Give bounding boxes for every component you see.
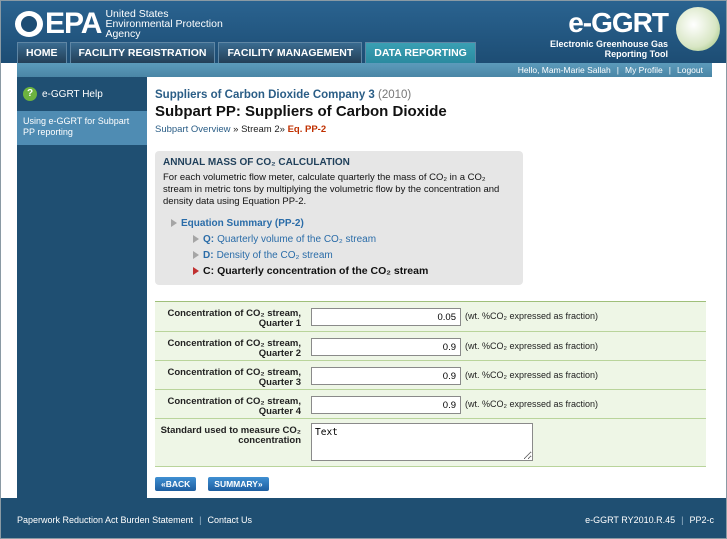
site-footer: Paperwork Reduction Act Burden Statement… bbox=[1, 498, 726, 538]
user-greeting: Hello, Mam-Marie Sallah bbox=[517, 65, 611, 75]
epa-wordmark: EPA bbox=[45, 7, 102, 40]
form-row-quarter-1: Concentration of CO₂ stream,Quarter 1 (w… bbox=[155, 302, 706, 332]
breadcrumb-stream: Stream 2 bbox=[241, 124, 280, 135]
unit-label: (wt. %CO₂ expressed as fraction) bbox=[465, 341, 599, 351]
back-button[interactable]: «BACK bbox=[155, 477, 197, 491]
concentration-q2-input[interactable] bbox=[311, 338, 461, 356]
site-header: EPA United States Environmental Protecti… bbox=[1, 1, 726, 63]
eggrt-brand: e-GGRT Electronic Greenhouse Gas Reporti… bbox=[549, 7, 669, 59]
breadcrumb-current: Eq. PP-2 bbox=[287, 124, 327, 135]
field-label: Concentration of CO₂ stream, Quarter 1 bbox=[167, 308, 301, 329]
epa-logo[interactable]: EPA United States Environmental Protecti… bbox=[15, 7, 223, 41]
page-title: Subpart PP: Suppliers of Carbon Dioxide bbox=[155, 103, 447, 120]
tree-item-c-current: C: Quarterly concentration of the CO₂ st… bbox=[163, 263, 515, 279]
calc-description: For each volumetric flow meter, calculat… bbox=[163, 172, 500, 207]
form-row-quarter-2: Concentration of CO₂ stream,Quarter 2 (w… bbox=[155, 332, 706, 361]
unit-label: (wt. %CO₂ expressed as fraction) bbox=[465, 370, 599, 380]
main-content: Suppliers of Carbon Dioxide Company 3 (2… bbox=[147, 77, 712, 498]
form-row-standard: Standard used to measure CO₂ concentratio… bbox=[155, 419, 706, 467]
tree-equation-summary[interactable]: Equation Summary (PP-2) bbox=[163, 215, 515, 231]
current-arrow-icon bbox=[193, 267, 199, 275]
supplier-heading: Suppliers of Carbon Dioxide Company 3 (2… bbox=[155, 89, 412, 101]
measurement-standard-textarea[interactable]: Text bbox=[311, 423, 533, 461]
paperwork-reduction-link[interactable]: Paperwork Reduction Act Burden Statement bbox=[17, 515, 193, 525]
form-row-quarter-3: Concentration of CO₂ stream,Quarter 3 (w… bbox=[155, 361, 706, 390]
form-buttons: «BACK SUMMARY» bbox=[155, 477, 269, 491]
user-bar: Hello, Mam-Marie Sallah | My Profile | Logou… bbox=[17, 63, 712, 77]
version-label: e-GGRT RY2010.R.45 bbox=[585, 515, 676, 525]
calculation-panel: ANNUAL MASS OF CO₂ CALCULATION For each … bbox=[155, 151, 523, 285]
tree-item-q[interactable]: Q: Quarterly volume of the CO₂ stream bbox=[163, 231, 515, 247]
form-row-quarter-4: Concentration of CO₂ stream,Quarter 4 (w… bbox=[155, 390, 706, 419]
sidebar-item-subpart-pp-guide[interactable]: Using e-GGRT for Subpart PP reporting bbox=[17, 111, 147, 145]
field-label: Concentration of CO₂ stream, Quarter 3 bbox=[167, 367, 301, 388]
bird-logo-icon bbox=[676, 7, 720, 51]
tab-facility-registration[interactable]: FACILITY REGISTRATION bbox=[69, 42, 216, 63]
breadcrumb-subpart-overview[interactable]: Subpart Overview bbox=[155, 124, 231, 135]
epa-flower-icon bbox=[15, 11, 43, 37]
tree-item-d[interactable]: D: Density of the CO₂ stream bbox=[163, 247, 515, 263]
summary-button[interactable]: SUMMARY» bbox=[208, 477, 269, 491]
concentration-q3-input[interactable] bbox=[311, 367, 461, 385]
field-label: Concentration of CO₂ stream, Quarter 4 bbox=[167, 396, 301, 417]
help-link[interactable]: ? e-GGRT Help bbox=[17, 77, 147, 111]
breadcrumb: Subpart Overview » Stream 2» Eq. PP-2 bbox=[155, 124, 327, 135]
field-label: Concentration of CO₂ stream, Quarter 2 bbox=[167, 338, 301, 359]
concentration-q4-input[interactable] bbox=[311, 396, 461, 414]
concentration-q1-input[interactable] bbox=[311, 308, 461, 326]
equation-tree: Equation Summary (PP-2) Q: Quarterly vol… bbox=[163, 215, 515, 279]
unit-label: (wt. %CO₂ expressed as fraction) bbox=[465, 399, 599, 409]
tab-home[interactable]: HOME bbox=[17, 42, 67, 63]
calc-title: ANNUAL MASS OF CO₂ CALCULATION bbox=[163, 157, 350, 168]
app-window: EPA United States Environmental Protecti… bbox=[0, 0, 727, 539]
tab-facility-management[interactable]: FACILITY MANAGEMENT bbox=[218, 42, 363, 63]
sidebar: ? e-GGRT Help Using e-GGRT for Subpart P… bbox=[17, 77, 147, 498]
triangle-right-icon bbox=[171, 219, 177, 227]
concentration-form: Concentration of CO₂ stream,Quarter 1 (w… bbox=[155, 301, 706, 467]
main-nav: HOME FACILITY REGISTRATION FACILITY MANA… bbox=[17, 42, 476, 63]
triangle-right-icon bbox=[193, 251, 199, 259]
agency-name: United States Environmental Protection A… bbox=[105, 8, 223, 40]
logout-link[interactable]: Logout bbox=[677, 65, 703, 75]
triangle-right-icon bbox=[193, 235, 199, 243]
help-icon: ? bbox=[23, 87, 37, 101]
field-label: Standard used to measure CO₂ concentratio… bbox=[160, 425, 301, 446]
unit-label: (wt. %CO₂ expressed as fraction) bbox=[465, 311, 599, 321]
contact-us-link[interactable]: Contact Us bbox=[207, 515, 252, 525]
page-id-label: PP2-c bbox=[689, 515, 714, 525]
my-profile-link[interactable]: My Profile bbox=[625, 65, 663, 75]
tab-data-reporting[interactable]: DATA REPORTING bbox=[365, 42, 476, 63]
